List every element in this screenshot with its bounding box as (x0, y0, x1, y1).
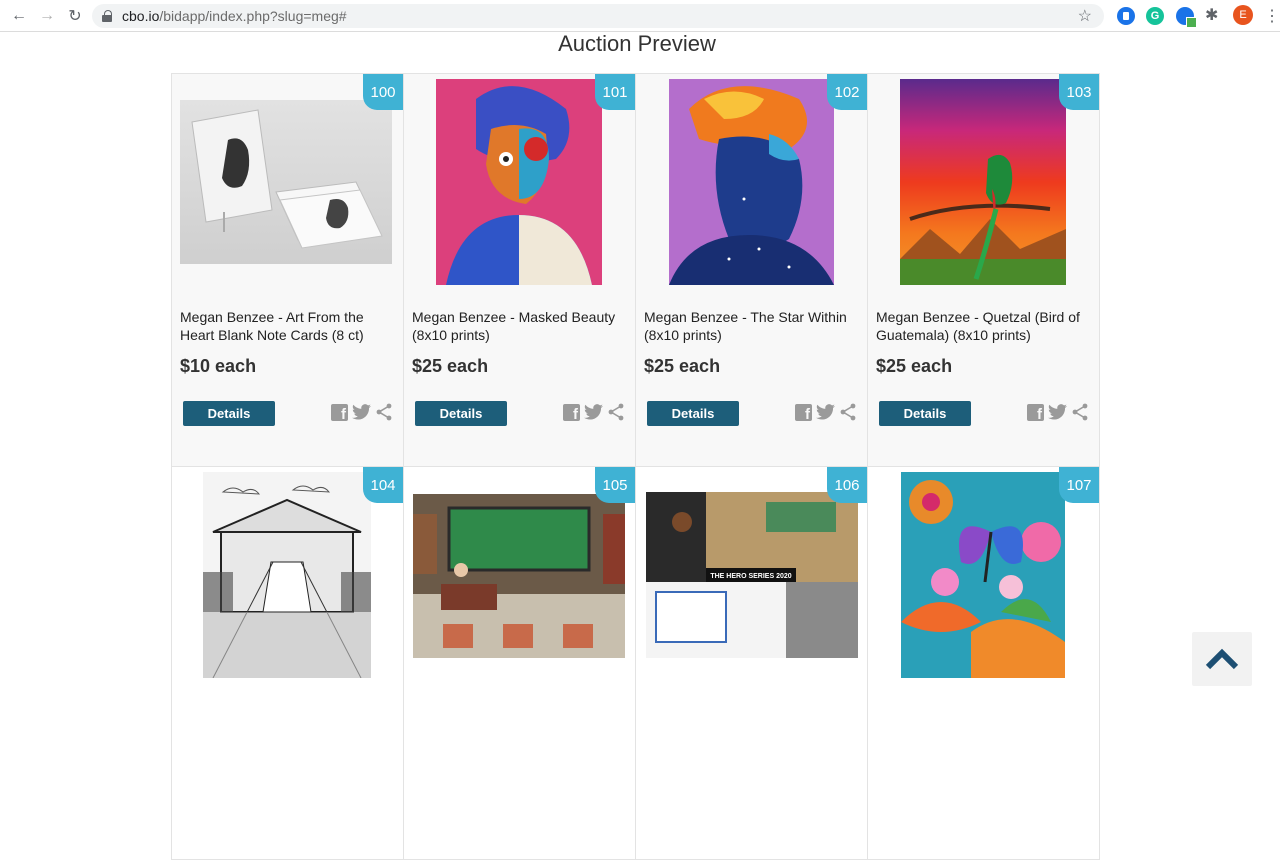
share-icon[interactable] (839, 403, 857, 421)
auction-grid: 100 Megan Benzee - Art From the Heart Bl… (171, 73, 1100, 860)
item-image-star-within[interactable] (669, 79, 834, 285)
item-price: $25 each (644, 356, 721, 376)
share-icons (563, 403, 625, 423)
details-button[interactable]: Details (879, 401, 971, 426)
details-button[interactable]: Details (647, 401, 739, 426)
twitter-icon[interactable] (584, 404, 603, 420)
auction-card: THE HERO SERIES 2020 106 (635, 466, 868, 860)
share-icon[interactable] (1071, 403, 1089, 421)
browser-toolbar: ← → ↻ cbo.io/bidapp/index.php?slug=meg# … (0, 0, 1280, 32)
auction-card: 102 Megan Benzee - The Star Within (8x10… (635, 73, 868, 467)
url-domain: cbo.io (122, 8, 160, 24)
item-image-hero-series[interactable]: THE HERO SERIES 2020 (646, 492, 858, 658)
lot-number-badge: 107 (1059, 467, 1099, 503)
twitter-icon[interactable] (1048, 404, 1067, 420)
hero-series-caption: THE HERO SERIES 2020 (710, 573, 791, 580)
lot-number-badge: 102 (827, 74, 867, 110)
auction-card: 101 Megan Benzee - Masked Beauty (8x10 p… (403, 73, 636, 467)
item-image-note-cards[interactable] (180, 100, 392, 264)
item-image-butterfly-flowers[interactable] (901, 472, 1065, 678)
item-title[interactable]: Megan Benzee - Masked Beauty (8x10 print… (412, 308, 618, 344)
lot-number-badge: 103 (1059, 74, 1099, 110)
details-button[interactable]: Details (415, 401, 507, 426)
auction-card: 107 (867, 466, 1100, 860)
scroll-to-top-button[interactable] (1192, 632, 1252, 686)
reload-icon[interactable]: ↻ (64, 5, 86, 27)
facebook-icon[interactable] (795, 403, 812, 423)
lock-icon (102, 10, 112, 22)
item-title[interactable]: Megan Benzee - Quetzal (Bird of Guatemal… (876, 308, 1082, 344)
item-price: $10 each (180, 356, 257, 376)
twitter-icon[interactable] (352, 404, 371, 420)
item-image-classroom-thank-you[interactable] (413, 494, 625, 658)
auction-card: 105 (403, 466, 636, 860)
share-icons (795, 403, 857, 423)
facebook-icon[interactable] (331, 403, 348, 423)
lot-number-badge: 101 (595, 74, 635, 110)
bookmark-star-icon[interactable]: ☆ (1078, 6, 1092, 26)
item-image-masked-beauty[interactable] (436, 79, 602, 285)
facebook-icon[interactable] (1027, 403, 1044, 423)
twitter-icon[interactable] (816, 404, 835, 420)
share-icons (1027, 403, 1089, 423)
forward-icon[interactable]: → (36, 5, 58, 27)
puzzle-extensions-icon[interactable]: ✱ (1205, 5, 1223, 24)
auction-card: 103 Megan Benzee - Quetzal (Bird of Guat… (867, 73, 1100, 467)
profile-avatar[interactable]: E (1233, 5, 1253, 25)
item-title[interactable]: Megan Benzee - The Star Within (8x10 pri… (644, 308, 850, 344)
page-title: Auction Preview (558, 31, 716, 56)
chevron-up-icon (1205, 648, 1239, 670)
share-icon[interactable] (375, 403, 393, 421)
item-price: $25 each (412, 356, 489, 376)
item-title[interactable]: Megan Benzee - Art From the Heart Blank … (180, 308, 386, 344)
back-icon[interactable]: ← (8, 5, 30, 27)
extension-sync-icon[interactable] (1176, 7, 1197, 28)
lot-number-badge: 105 (595, 467, 635, 503)
browser-menu-icon[interactable]: ⋮ (1264, 6, 1280, 26)
auction-card: 100 Megan Benzee - Art From the Heart Bl… (171, 73, 404, 467)
details-button[interactable]: Details (183, 401, 275, 426)
extension-bookmark-icon[interactable] (1117, 7, 1135, 25)
item-image-covered-bridge[interactable] (203, 472, 371, 679)
item-price: $25 each (876, 356, 953, 376)
share-icons (331, 403, 393, 423)
lot-number-badge: 106 (827, 467, 867, 503)
address-bar[interactable]: cbo.io/bidapp/index.php?slug=meg# ☆ (92, 4, 1104, 28)
facebook-icon[interactable] (563, 403, 580, 423)
item-image-quetzal[interactable] (900, 79, 1066, 285)
lot-number-badge: 104 (363, 467, 403, 503)
lot-number-badge: 100 (363, 74, 403, 110)
auction-card: 104 (171, 466, 404, 860)
share-icon[interactable] (607, 403, 625, 421)
url-path: /bidapp/index.php?slug=meg# (159, 8, 347, 24)
grammarly-icon[interactable]: G (1146, 7, 1164, 25)
